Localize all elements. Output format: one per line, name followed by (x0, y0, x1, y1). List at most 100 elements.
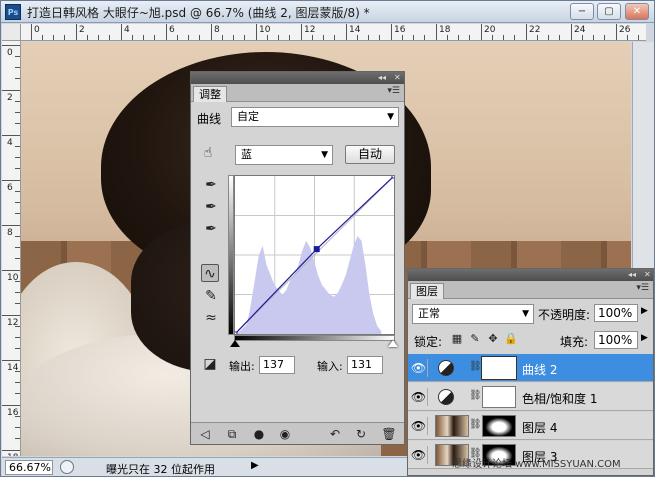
pencil-draw-icon[interactable]: ✎ (202, 287, 220, 305)
output-label: 输出: (229, 360, 255, 373)
ruler-tick (166, 24, 167, 40)
black-point-eyedropper-icon[interactable]: ✒ (202, 176, 220, 194)
curve-point-tool-icon[interactable]: ∿ (201, 264, 219, 282)
minimize-button[interactable]: − (570, 3, 594, 20)
opacity-slider-arrow-icon[interactable]: ▶ (641, 306, 648, 316)
curve-control-point[interactable] (313, 246, 320, 253)
link-chain-icon[interactable]: ⛓ (469, 390, 482, 401)
lock-pixels-icon[interactable]: ✎ (466, 330, 484, 348)
ruler-minor-tick (15, 393, 20, 394)
layers-panel-header[interactable]: ◂◂ ✕ (408, 269, 653, 281)
visibility-eye-icon[interactable]: ◉ (277, 426, 293, 442)
adjustments-panel: ◂◂ ✕ 调整 ▾☰ 曲线 自定 ▼ ☝ 蓝 ▼ 自动 ✒ ✒ ✒ ∿ ✎ ≈ … (190, 71, 405, 445)
layer-mask-thumbnail[interactable] (481, 356, 517, 380)
gray-point-eyedropper-icon[interactable]: ✒ (202, 198, 220, 216)
ruler-minor-tick (559, 35, 560, 40)
back-arrow-icon[interactable]: ◁ (197, 426, 213, 442)
layer-name[interactable]: 色相/饱和度 1 (522, 390, 598, 407)
zoom-level-field[interactable]: 66.67% (5, 460, 53, 475)
ruler-tick (481, 24, 482, 40)
layer-row[interactable]: 👁 ⛓ 色相/饱和度 1 (408, 383, 653, 411)
close-panel-icon[interactable]: ✕ (394, 72, 401, 84)
previous-state-icon[interactable]: ↶ (327, 426, 343, 442)
opacity-field[interactable]: 100% (594, 304, 638, 322)
eye-icon[interactable]: 👁 (410, 446, 428, 464)
ruler-minor-tick (42, 35, 43, 40)
white-point-slider[interactable] (388, 340, 398, 347)
horizontal-ruler[interactable]: 0 2 4 6 8 10 12 14 16 18 20 22 24 26 (21, 24, 646, 41)
layers-menu-icon[interactable]: ▾☰ (636, 283, 649, 293)
clip-to-layer-icon[interactable]: ● (251, 426, 267, 442)
status-menu-arrow-icon[interactable]: ▶ (251, 460, 259, 471)
reset-icon[interactable]: ↻ (353, 426, 369, 442)
fill-field[interactable]: 100% (594, 331, 638, 349)
ruler-tick (571, 24, 572, 40)
layer-mask-thumbnail[interactable] (482, 386, 516, 408)
panel-menu-icon[interactable]: ▾☰ (387, 86, 400, 96)
ruler-minor-tick (447, 35, 448, 40)
ruler-minor-tick (402, 35, 403, 40)
ruler-origin[interactable] (2, 24, 21, 41)
ruler-minor-tick (15, 258, 20, 259)
ruler-minor-tick (53, 35, 54, 40)
ruler-minor-tick (64, 35, 65, 40)
black-point-slider[interactable] (230, 340, 240, 347)
lock-position-icon[interactable]: ✥ (484, 330, 502, 348)
window-title: 打造日韩风格 大眼仔~旭.psd @ 66.7% (曲线 2, 图层蒙版/8) … (27, 6, 370, 20)
close-button[interactable]: ✕ (625, 3, 649, 20)
collapse-panel-icon[interactable]: ◂◂ (378, 72, 386, 84)
ruler-minor-tick (537, 35, 538, 40)
eye-icon[interactable]: 👁 (410, 388, 428, 406)
ruler-label: 22 (529, 25, 541, 35)
link-chain-icon[interactable]: ⛓ (469, 419, 482, 430)
close-layers-icon[interactable]: ✕ (644, 269, 651, 281)
vertical-ruler[interactable]: 024681012141618 (2, 41, 21, 456)
ruler-minor-tick (15, 416, 20, 417)
link-chain-icon[interactable]: ⛓ (469, 361, 482, 372)
curve-control-point[interactable] (232, 331, 238, 337)
chevron-down-icon: ▼ (387, 112, 394, 122)
adjustments-panel-header[interactable]: ◂◂ ✕ (191, 72, 404, 84)
eye-icon[interactable]: 👁 (410, 359, 428, 377)
layer-name[interactable]: 图层 4 (522, 419, 557, 436)
trash-icon[interactable]: 🗑 (381, 426, 397, 442)
layer-row[interactable]: 👁 ⛓ 图层 4 (408, 412, 653, 440)
layer-mask-thumbnail[interactable] (482, 415, 516, 437)
auto-button[interactable]: 自动 (345, 145, 395, 164)
ruler-label: 20 (484, 25, 496, 35)
ruler-minor-tick (199, 35, 200, 40)
blend-mode-select[interactable]: 正常 ▼ (412, 304, 534, 324)
ruler-minor-tick (413, 35, 414, 40)
ruler-minor-tick (15, 146, 20, 147)
eye-icon[interactable]: 👁 (410, 417, 428, 435)
expanded-view-icon[interactable]: ⧉ (224, 426, 240, 442)
layer-row[interactable]: 👁 ⛓ 曲线 2 (408, 354, 653, 382)
tab-layers[interactable]: 图层 (410, 283, 444, 299)
ruler-label: 0 (7, 48, 13, 58)
layer-thumbnail[interactable] (435, 415, 469, 437)
white-point-eyedropper-icon[interactable]: ✒ (202, 220, 220, 238)
channel-select[interactable]: 蓝 ▼ (235, 145, 333, 165)
clipping-warning-icon[interactable]: ◪ (201, 355, 219, 373)
title-bar[interactable]: Ps 打造日韩风格 大眼仔~旭.psd @ 66.7% (曲线 2, 图层蒙版/… (1, 1, 654, 23)
document-info-icon[interactable] (60, 460, 74, 474)
curve-control-point[interactable] (391, 173, 397, 179)
ruler-label: 12 (304, 25, 316, 35)
curves-chart[interactable] (232, 173, 397, 337)
output-field[interactable]: 137 (259, 356, 295, 374)
tab-adjustments[interactable]: 调整 (193, 86, 227, 102)
collapse-layers-icon[interactable]: ◂◂ (628, 269, 636, 281)
ruler-label: 14 (349, 25, 361, 35)
fill-slider-arrow-icon[interactable]: ▶ (641, 333, 648, 343)
lock-all-icon[interactable]: 🔒 (502, 330, 520, 348)
ruler-minor-tick (132, 35, 133, 40)
restore-button[interactable]: ▢ (597, 3, 621, 20)
input-field[interactable]: 131 (347, 356, 383, 374)
curves-graph[interactable] (232, 173, 397, 337)
layer-name[interactable]: 曲线 2 (522, 361, 557, 378)
ruler-tick (2, 270, 20, 271)
on-image-adjust-hand-icon[interactable]: ☝ (199, 144, 217, 162)
lock-transparent-icon[interactable]: ▦ (448, 330, 466, 348)
preset-select[interactable]: 自定 ▼ (231, 107, 399, 127)
smooth-curve-icon[interactable]: ≈ (202, 309, 220, 327)
